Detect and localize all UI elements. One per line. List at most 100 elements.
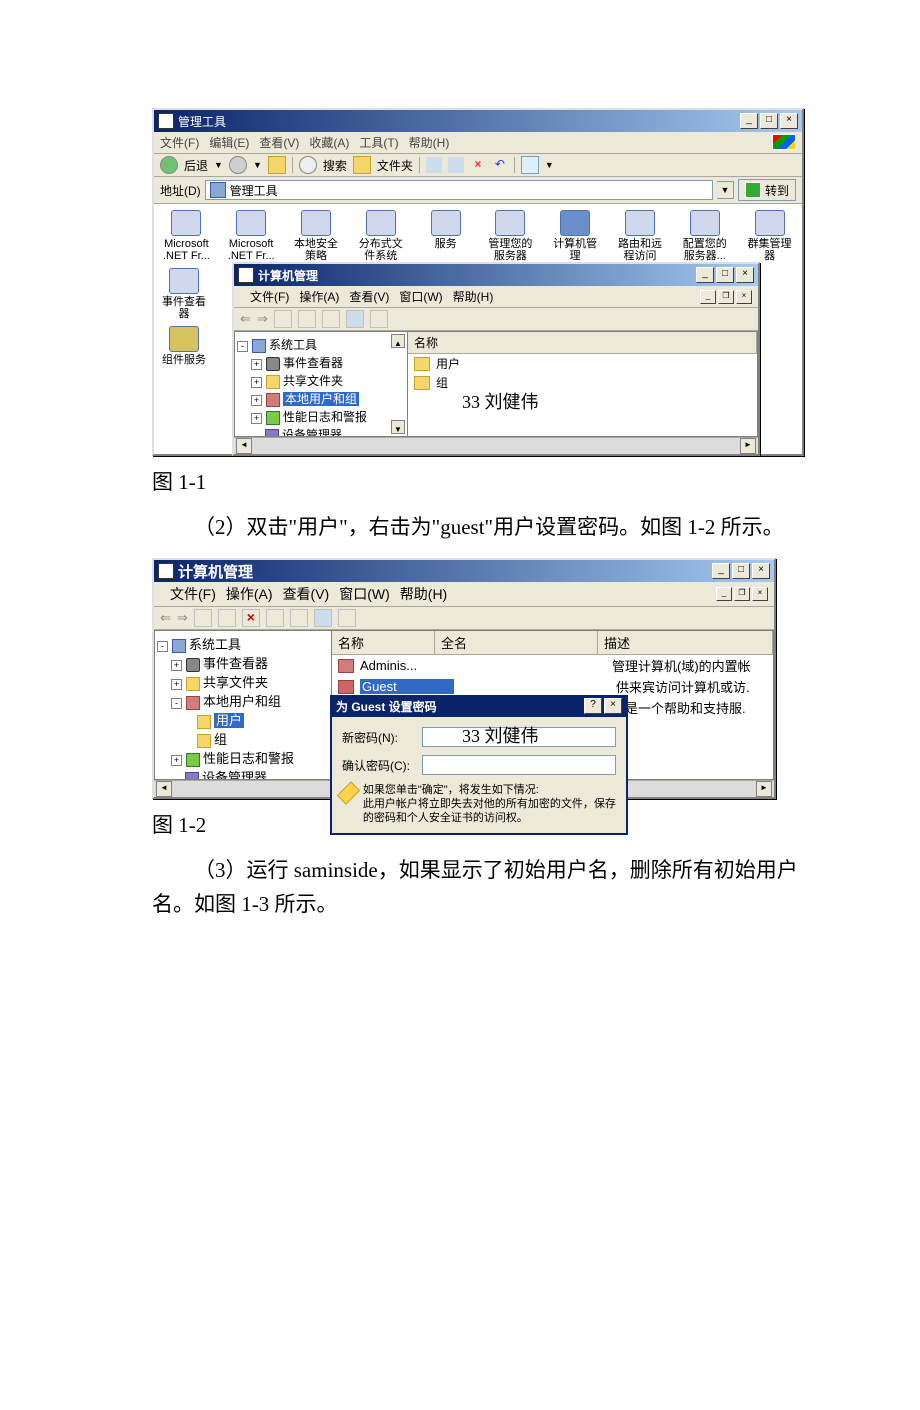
folders-icon[interactable] xyxy=(353,156,371,174)
menu-favorites[interactable]: 收藏(A) xyxy=(309,134,349,151)
tree-local-users[interactable]: 本地用户和组 xyxy=(203,694,281,709)
icon-manage-server[interactable]: 管理您的服务器 xyxy=(482,210,539,262)
search-icon[interactable] xyxy=(299,156,317,174)
mdi-close-button[interactable]: × xyxy=(736,290,752,304)
icon-cluster[interactable]: 群集管理器 xyxy=(741,210,798,262)
icon-rras[interactable]: 路由和远程访问 xyxy=(612,210,669,262)
tree-system-tools[interactable]: 系统工具 xyxy=(189,637,241,652)
cm-back-icon[interactable]: ⇐ xyxy=(240,311,251,327)
tree-event-viewer[interactable]: 事件查看器 xyxy=(203,656,268,671)
scroll-left-button[interactable]: ◄ xyxy=(156,781,172,797)
cm-menu-help[interactable]: 帮助(H) xyxy=(453,288,494,305)
views-icon[interactable] xyxy=(521,156,539,174)
cm2-menu-view[interactable]: 查看(V) xyxy=(283,584,330,604)
address-dropdown[interactable]: ▼ xyxy=(717,181,734,199)
tree-toggle[interactable]: - xyxy=(171,698,182,709)
cm2-help-icon[interactable] xyxy=(314,609,332,627)
icon-config-server[interactable]: 配置您的服务器... xyxy=(676,210,733,262)
cm2-tb1[interactable] xyxy=(194,609,212,627)
scroll-right-button[interactable]: ► xyxy=(740,438,756,454)
maximize-button[interactable]: □ xyxy=(760,113,778,129)
forward-icon[interactable] xyxy=(229,156,247,174)
icon-services[interactable]: 服务 xyxy=(417,210,474,262)
cm2-tb5[interactable] xyxy=(338,609,356,627)
search-label[interactable]: 搜索 xyxy=(323,157,347,174)
icon-event-viewer[interactable]: 事件查看器 xyxy=(156,268,212,320)
menu-tools[interactable]: 工具(T) xyxy=(359,134,398,151)
tree-users-node[interactable]: 用户 xyxy=(214,713,244,728)
tree-toggle[interactable]: + xyxy=(251,395,262,406)
go-button[interactable]: 转到 xyxy=(738,179,796,201)
col-name[interactable]: 名称 xyxy=(408,332,757,353)
user-row-admin[interactable]: Adminis... 管理计算机(域)的内置帐 xyxy=(332,655,773,676)
cm2-tb4[interactable] xyxy=(290,609,308,627)
cm-menu-window[interactable]: 窗口(W) xyxy=(399,288,442,305)
icon-local-security[interactable]: 本地安全策略 xyxy=(288,210,345,262)
confirm-password-input[interactable] xyxy=(422,755,616,775)
cm2-menu-action[interactable]: 操作(A) xyxy=(226,584,273,604)
col-desc[interactable]: 描述 xyxy=(598,631,773,654)
back-icon[interactable] xyxy=(160,156,178,174)
mdi-min-button[interactable]: _ xyxy=(700,290,716,304)
cm2-mdi-close[interactable]: × xyxy=(752,587,768,601)
icon-component-svc[interactable]: 组件服务 xyxy=(156,326,212,366)
tree-shared-folders[interactable]: 共享文件夹 xyxy=(283,374,343,388)
cm-menu-file[interactable]: 文件(F) xyxy=(250,288,289,305)
scroll-left-button[interactable]: ◄ xyxy=(236,438,252,454)
cm-close-button[interactable]: × xyxy=(736,267,754,283)
dlg-help-button[interactable]: ? xyxy=(584,698,602,714)
tree-scroll-down[interactable]: ▼ xyxy=(391,420,405,434)
cm-menu-view[interactable]: 查看(V) xyxy=(349,288,389,305)
back-label[interactable]: 后退 xyxy=(184,157,208,174)
close-button[interactable]: × xyxy=(780,113,798,129)
menu-edit[interactable]: 编辑(E) xyxy=(209,134,249,151)
tree-toggle[interactable]: + xyxy=(171,660,182,671)
cm2-tb2[interactable] xyxy=(218,609,236,627)
list-item-groups[interactable]: 组 xyxy=(408,373,757,392)
cm2-delete-icon[interactable]: × xyxy=(242,609,260,627)
cm-fwd-icon[interactable]: ⇒ xyxy=(257,311,268,327)
col-fullname[interactable]: 全名 xyxy=(435,631,598,654)
cm-extra-icon[interactable] xyxy=(370,310,388,328)
address-combo[interactable]: 管理工具 xyxy=(205,180,713,200)
tree-toggle[interactable]: - xyxy=(157,641,168,652)
cm-max-button[interactable]: □ xyxy=(716,267,734,283)
tree-toggle[interactable]: + xyxy=(171,679,182,690)
move-icon[interactable] xyxy=(426,157,442,173)
cm2-close-button[interactable]: × xyxy=(752,563,770,579)
menu-help[interactable]: 帮助(H) xyxy=(409,134,450,151)
tree-toggle[interactable]: + xyxy=(171,755,182,766)
cm2-tree[interactable]: -系统工具 +事件查看器 +共享文件夹 -本地用户和组 用户 组 +性能日志和警… xyxy=(154,630,332,780)
cm2-menu-file[interactable]: 文件(F) xyxy=(170,584,216,604)
cm-min-button[interactable]: _ xyxy=(696,267,714,283)
tree-perf[interactable]: 性能日志和警报 xyxy=(203,751,294,766)
cm2-mdi-restore[interactable]: ❐ xyxy=(734,587,750,601)
cm-tree[interactable]: -系统工具 +事件查看器 +共享文件夹 +本地用户和组 +性能日志和警报 设备管… xyxy=(234,331,408,437)
user-row-guest[interactable]: Guest 供来宾访问计算机或访. xyxy=(332,676,773,697)
scroll-right-button[interactable]: ► xyxy=(756,781,772,797)
folders-label[interactable]: 文件夹 xyxy=(377,157,413,174)
tree-toggle[interactable]: + xyxy=(251,377,262,388)
tree-device-mgr[interactable]: 设备管理器 xyxy=(202,770,267,780)
cm-refresh-icon[interactable] xyxy=(322,310,340,328)
icon-ms-net-1[interactable]: Microsoft.NET Fr... xyxy=(158,210,215,262)
cm2-fwd-icon[interactable]: ⇒ xyxy=(177,610,188,626)
list-item-users[interactable]: 用户 xyxy=(408,354,757,373)
tree-toggle[interactable]: - xyxy=(237,341,248,352)
dlg-close-button[interactable]: × xyxy=(604,698,622,714)
minimize-button[interactable]: _ xyxy=(740,113,758,129)
menu-file[interactable]: 文件(F) xyxy=(160,134,199,151)
tree-system-tools[interactable]: 系统工具 xyxy=(269,338,317,352)
col-name[interactable]: 名称 xyxy=(332,631,435,654)
up-icon[interactable] xyxy=(268,156,286,174)
icon-compmgmt[interactable]: 计算机管理 xyxy=(547,210,604,262)
menu-view[interactable]: 查看(V) xyxy=(259,134,299,151)
tree-scroll-up[interactable]: ▲ xyxy=(391,334,405,348)
cm-hscroll[interactable]: ◄ ► xyxy=(234,437,758,454)
cm-up-icon[interactable] xyxy=(274,310,292,328)
tree-local-users[interactable]: 本地用户和组 xyxy=(283,392,359,406)
copy-icon[interactable] xyxy=(448,157,464,173)
cm2-back-icon[interactable]: ⇐ xyxy=(160,610,171,626)
cm2-min-button[interactable]: _ xyxy=(712,563,730,579)
delete-icon[interactable]: × xyxy=(470,157,486,173)
